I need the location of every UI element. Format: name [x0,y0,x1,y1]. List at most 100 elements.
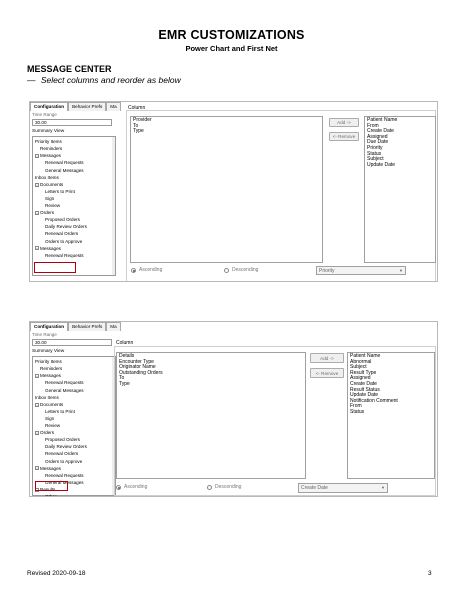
list-item[interactable]: Type [133,129,320,135]
tree-node-label: Review [45,203,61,209]
collapse-icon[interactable]: − [35,182,39,187]
sort-column-select[interactable]: Create Date ▼ [298,483,388,493]
add-button[interactable]: Add -> [310,353,344,363]
radio-dot [116,484,121,490]
tab-behavior-prefs[interactable]: Behavior Prefs [68,102,107,111]
collapse-icon[interactable]: − [35,402,39,407]
list-item[interactable]: Type [119,381,303,388]
tree-node-label: Orders [40,430,55,436]
time-range-input[interactable]: 30.00 [32,338,112,346]
tree-node[interactable]: Inbox Items [35,174,113,181]
tree-node[interactable]: − Messages [35,245,113,252]
tree-node[interactable]: Sign [35,415,113,422]
tree-node[interactable]: − Documents [35,401,113,408]
tree-node-label: Renewal Requests [45,252,84,258]
tree-node[interactable]: Renewal Requests [35,252,113,259]
tree-node[interactable]: − Messages [35,152,113,159]
tree-node[interactable]: Reminders [35,365,113,372]
tree-node-label: Proposed Orders [45,217,80,223]
tree-node[interactable]: Sign [35,195,113,202]
tree-node-label: Renewal Orders [45,451,79,457]
tree-node[interactable]: Priority Items [35,138,113,145]
tree-node[interactable]: − Documents [35,181,113,188]
summary-view-tree: Priority Items Reminders − Messages Renewal … [32,356,116,496]
remove-button[interactable]: <- Remove [329,132,359,141]
tab-behavior-prefs[interactable]: Behavior Prefs [68,322,107,331]
tree-scrollbar[interactable] [112,137,115,276]
ascending-label: Ascending [139,267,163,273]
time-range-input[interactable]: 30.00 [32,118,112,126]
tree-node[interactable]: Daily Review Orders [35,443,113,450]
tab-configuration[interactable]: Configuration [30,102,69,111]
available-columns-list[interactable]: Details Encounter Type Originator Name Outs… [116,352,306,479]
available-columns-list[interactable]: Provider To Type [130,116,323,263]
tree-node[interactable]: General Messages [35,387,113,394]
collapse-icon[interactable]: − [35,430,39,435]
list-item[interactable]: Status [350,409,432,416]
tree-node-label: Documents [40,401,64,407]
tree-node-label: Review [45,423,61,429]
chevron-down-icon: ▼ [381,485,385,490]
tree-node[interactable]: Letters to Print [35,188,113,195]
tab-more[interactable]: Ma [106,102,121,111]
tree-node[interactable]: Review [35,202,113,209]
tree-node[interactable]: Inbox Items [35,394,113,401]
tree-node-label: Orders [40,210,55,216]
tree-node[interactable]: − Messages [35,465,113,472]
highlight-box-results [35,481,68,491]
tree-node[interactable]: Reminders [35,145,113,152]
descending-radio[interactable]: Descending [207,484,241,491]
sort-column-select[interactable]: Priority ▼ [316,266,406,275]
tree-node-label: Letters to Print [45,188,75,194]
tree-node[interactable]: Daily Review Orders [35,223,113,230]
tree-node-label: General Messages [45,167,84,173]
collapse-icon[interactable]: − [35,210,39,215]
page-number: 3 [428,570,432,577]
remove-button[interactable]: <- Remove [310,368,344,378]
descending-label: Descending [232,267,259,273]
collapse-icon[interactable]: − [35,246,39,251]
document-title: EMR CUSTOMIZATIONS [158,28,305,42]
tree-node[interactable]: Proposed Orders [35,436,113,443]
radio-dot [224,267,229,273]
tree-node[interactable]: Renewal Requests [35,472,113,479]
tree-node[interactable]: Renewal Requests [35,379,113,386]
selected-columns-list[interactable]: Patient Name Abnormal Subject Result Type As… [347,352,435,479]
instruction-text: — Select columns and reorder as below [27,75,181,85]
tree-node-label: Priority Items [35,359,62,365]
add-button[interactable]: Add -> [329,118,359,127]
tree-node-label: Renewal Requests [45,472,84,478]
tree-node[interactable]: − Orders [35,429,113,436]
ascending-radio[interactable]: Ascending [131,267,162,274]
tree-node[interactable]: Proposed Orders [35,216,113,223]
selected-columns-list[interactable]: Patient Name From Create Date Assigned Due D… [364,116,436,263]
descending-radio[interactable]: Descending [224,267,258,274]
collapse-icon[interactable]: − [35,374,39,379]
tree-node[interactable]: General Messages [35,167,113,174]
left-pane: Time Range 30.00 Summary View Priority I… [32,112,118,281]
tab-configuration[interactable]: Configuration [30,322,69,331]
tree-node[interactable]: Orders to Approve [35,458,113,465]
collapse-icon[interactable]: − [35,154,39,159]
list-item[interactable]: Update Date [367,162,433,169]
tree-node-label: Priority Items [35,139,62,145]
summary-view-label: Summary View [32,128,65,134]
tree-node[interactable]: Letters to Print [35,408,113,415]
tree-node[interactable]: Priority Items [35,358,113,365]
tree-node[interactable]: Renewal Orders [35,450,113,457]
tree-node[interactable]: − Messages [35,372,113,379]
tree-node-label: Reminders [40,366,63,372]
tree-node-label: Messages [40,465,61,471]
tree-node-label: Sign [45,415,55,421]
tree-node[interactable]: Renewal Requests [35,159,113,166]
ascending-radio[interactable]: Ascending [116,484,147,491]
tree-node[interactable]: Renewal Orders [35,230,113,237]
tree-node-label: Messages [40,153,61,159]
tree-node[interactable]: Review [35,422,113,429]
collapse-icon[interactable]: − [35,466,39,471]
tree-node[interactable]: − Orders [35,209,113,216]
tree-node[interactable]: Other [35,493,113,496]
tree-node-label: Other [45,494,57,496]
tree-node[interactable]: Orders to Approve [35,238,113,245]
tab-more[interactable]: Ma [106,322,121,331]
